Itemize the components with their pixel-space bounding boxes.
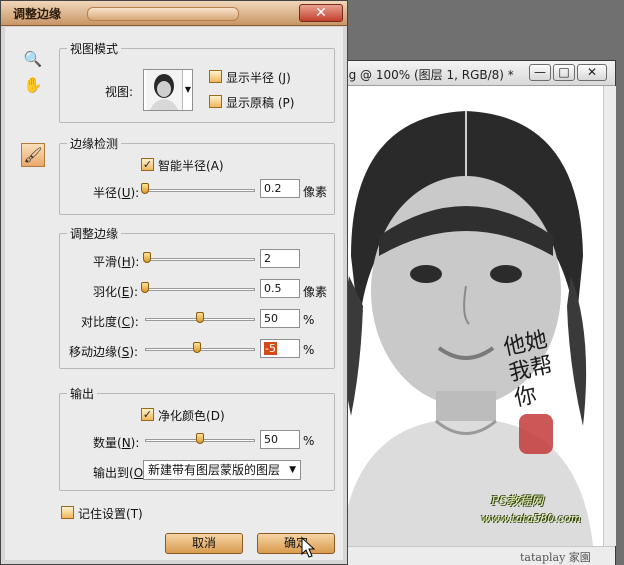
smooth-label: 平滑(H): — [93, 255, 140, 269]
amount-slider-thumb[interactable] — [196, 433, 204, 444]
contrast-input[interactable]: 50 — [260, 309, 300, 328]
feather-unit: 像素 — [303, 285, 328, 299]
document-canvas[interactable]: 他她 我帮 你 PS教程网 www.tata580.com — [331, 86, 603, 546]
amount-label: 数量(N): — [93, 436, 140, 450]
document-title: pg @ 100% (图层 1, RGB/8) * — [341, 68, 514, 82]
show-radius-checkbox[interactable] — [209, 70, 222, 83]
smart-radius-checkbox[interactable]: ✓ — [141, 158, 154, 171]
output-to-value: 新建带有图层蒙版的图层 — [148, 463, 281, 477]
show-radius-label[interactable]: 显示半径 (J) — [226, 69, 291, 86]
radius-slider[interactable] — [145, 189, 255, 192]
hand-icon[interactable]: ✋ — [23, 75, 43, 95]
photo-girl-grayscale — [331, 86, 603, 546]
remember-settings-checkbox[interactable] — [61, 506, 74, 519]
refine-edge-dialog: 调整边缘 ✕ 🔍 ✋ 🖌 视图模式 视图: ▼ 显示半径 (J) 显示原稿 (P… — [0, 0, 348, 565]
feather-label: 羽化(E): — [93, 285, 139, 299]
chevron-down-icon[interactable]: ▼ — [182, 70, 193, 110]
smooth-slider-thumb[interactable] — [143, 252, 152, 263]
smart-radius-label[interactable]: 智能半径(A) — [158, 157, 224, 174]
feather-input[interactable]: 0.5 — [260, 279, 300, 298]
shift-edge-label: 移动边缘(S): — [69, 345, 139, 359]
amount-input[interactable]: 50 — [260, 430, 300, 449]
amount-unit: % — [303, 434, 315, 448]
close-dialog-button[interactable]: ✕ — [299, 4, 343, 22]
decontaminate-label[interactable]: 净化颜色(D) — [158, 407, 225, 424]
shift-edge-slider-thumb[interactable] — [192, 342, 201, 353]
radius-label: 半径(U): — [93, 186, 140, 200]
dialog-body: 🔍 ✋ 🖌 视图模式 视图: ▼ 显示半径 (J) 显示原稿 (P) 边缘检测 … — [5, 27, 343, 560]
shift-edge-unit: % — [303, 343, 315, 357]
show-original-label[interactable]: 显示原稿 (P) — [226, 94, 294, 111]
smooth-slider[interactable] — [145, 258, 255, 261]
radius-slider-thumb[interactable] — [141, 183, 149, 194]
chevron-down-icon[interactable]: ▼ — [289, 461, 296, 479]
site-watermark-url: www.tata580.com — [481, 512, 582, 525]
shift-edge-input[interactable]: -5 — [260, 339, 300, 358]
view-mode-legend: 视图模式 — [67, 40, 122, 57]
view-mode-picker[interactable]: ▼ — [143, 69, 193, 111]
document-window[interactable]: pg @ 100% (图层 1, RGB/8) * — □ ✕ 他她 我帮 你 … — [330, 60, 616, 565]
feather-slider[interactable] — [145, 288, 255, 291]
site-watermark-title: PS教程网 — [491, 494, 544, 508]
ok-button[interactable]: 确定 — [257, 533, 335, 554]
feather-slider-thumb[interactable] — [141, 282, 149, 293]
view-label: 视图: — [105, 85, 134, 99]
edge-detection-legend: 边缘检测 — [67, 135, 122, 152]
footer-watermark: tataplay 家園 — [520, 551, 591, 564]
smooth-input[interactable]: 2 — [260, 249, 300, 268]
zoom-icon[interactable]: 🔍 — [23, 49, 43, 69]
minimize-button[interactable]: — — [529, 64, 551, 81]
contrast-slider-thumb[interactable] — [196, 312, 204, 323]
dialog-title: 调整边缘 — [13, 7, 62, 21]
radius-input[interactable]: 0.2 — [260, 179, 300, 198]
titlebar-decoration — [87, 7, 239, 21]
output-legend: 输出 — [67, 385, 98, 402]
shift-edge-value-selected: -5 — [264, 342, 277, 355]
cancel-button[interactable]: 取消 — [165, 533, 243, 554]
contrast-label: 对比度(C): — [81, 315, 139, 329]
mouse-cursor-icon — [301, 537, 315, 558]
show-original-checkbox[interactable] — [209, 95, 222, 108]
adjust-edge-legend: 调整边缘 — [67, 225, 122, 242]
calligraphy-char: 你 — [512, 382, 539, 412]
maximize-button[interactable]: □ — [553, 64, 575, 81]
refine-radius-brush-icon[interactable]: 🖌 — [21, 143, 45, 167]
contrast-unit: % — [303, 313, 315, 327]
close-document-button[interactable]: ✕ — [577, 64, 607, 81]
decontaminate-checkbox[interactable]: ✓ — [141, 408, 154, 421]
view-mode-group — [59, 48, 335, 123]
view-thumbnail-icon — [146, 70, 182, 110]
vertical-scrollbar[interactable] — [603, 86, 616, 546]
output-to-select[interactable]: 新建带有图层蒙版的图层 ▼ — [143, 460, 301, 480]
remember-settings-label[interactable]: 记住设置(T) — [78, 505, 143, 522]
document-titlebar[interactable]: pg @ 100% (图层 1, RGB/8) * — □ ✕ — [331, 61, 615, 86]
radius-unit: 像素 — [303, 185, 328, 199]
dialog-titlebar[interactable]: 调整边缘 ✕ — [1, 1, 347, 26]
